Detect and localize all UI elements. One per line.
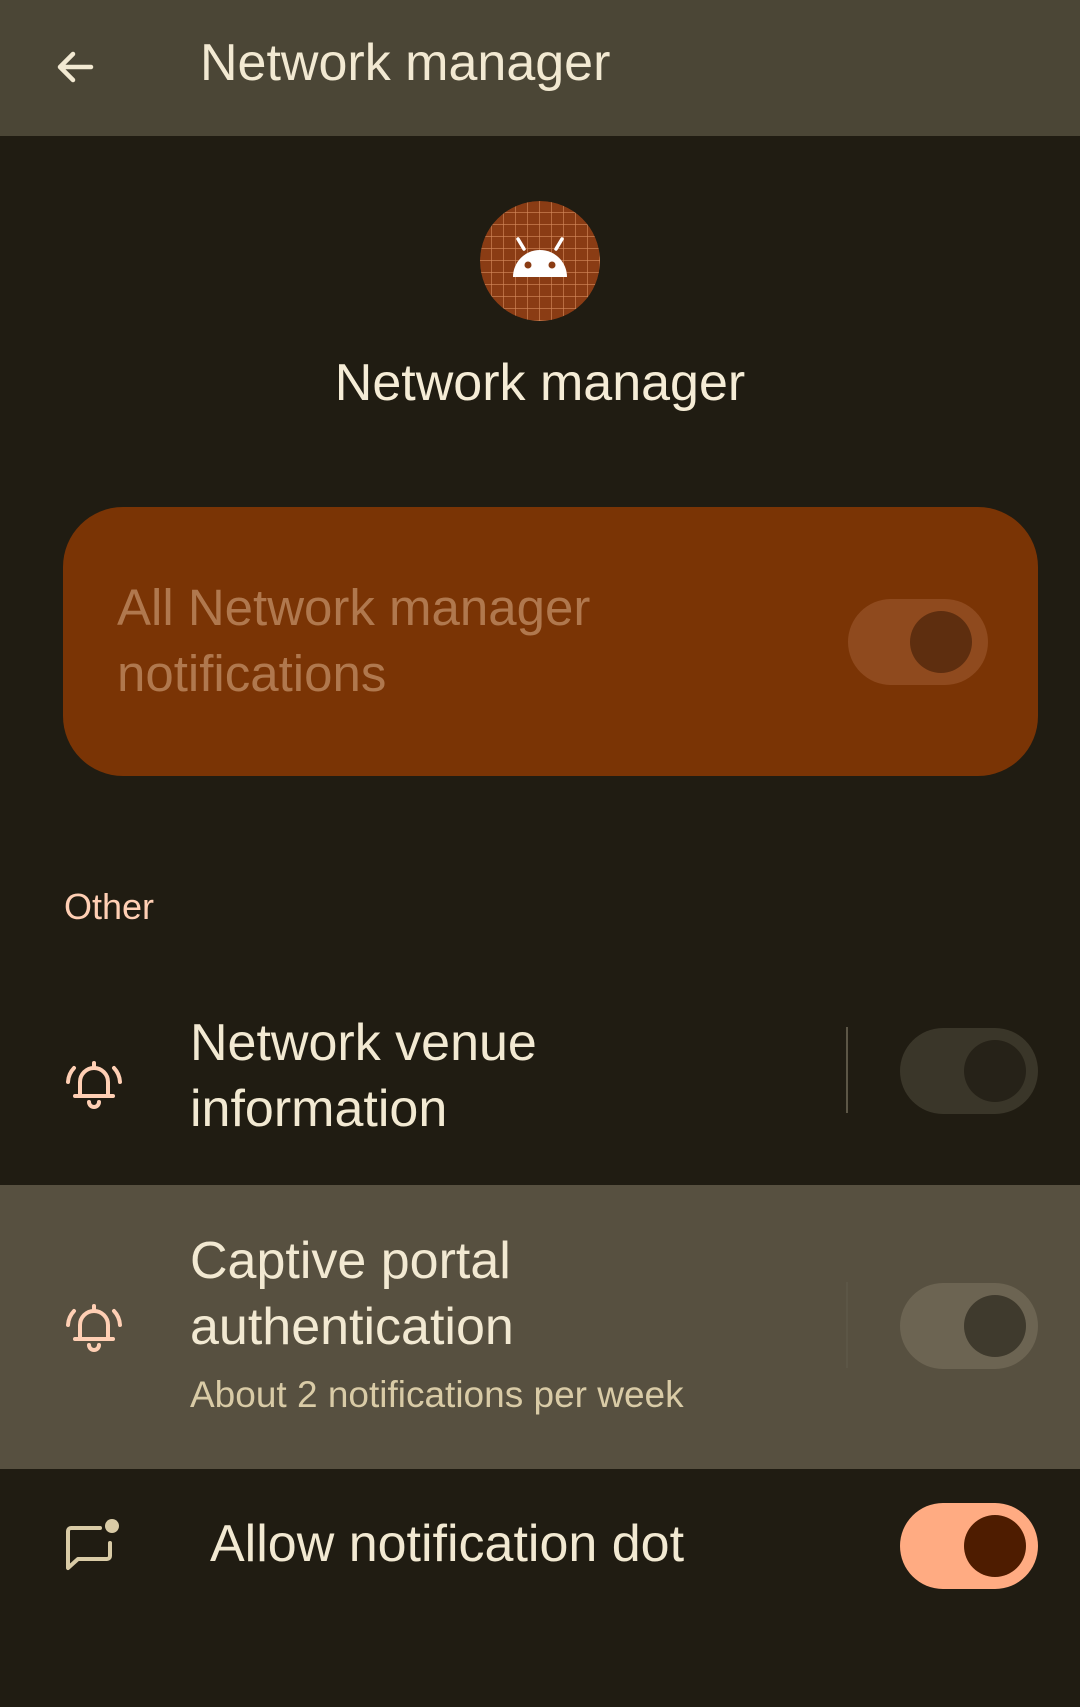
back-button[interactable] bbox=[30, 22, 120, 112]
top-app-bar: Network manager bbox=[0, 0, 1080, 136]
notification-dot-icon bbox=[66, 1519, 119, 1570]
channel-toggle-captive-portal[interactable] bbox=[900, 1283, 1038, 1369]
toggle-knob bbox=[964, 1515, 1026, 1577]
toggle-knob bbox=[964, 1040, 1026, 1102]
divider bbox=[846, 1027, 848, 1113]
channel-row-network-venue[interactable]: Network venue information bbox=[0, 990, 1080, 1186]
channel-toggle-network-venue[interactable] bbox=[900, 1028, 1038, 1114]
divider bbox=[846, 1282, 848, 1368]
app-name: Network manager bbox=[334, 354, 746, 412]
arrow-back-icon bbox=[57, 51, 94, 83]
notification-dot-label: Allow notification dot bbox=[210, 1515, 685, 1573]
all-notifications-toggle[interactable] bbox=[848, 599, 988, 685]
notification-dot-toggle[interactable] bbox=[900, 1503, 1038, 1589]
bell-ring-icon bbox=[66, 1061, 122, 1109]
channel-subtitle: About 2 notifications per week bbox=[190, 1374, 684, 1415]
section-header: Other bbox=[64, 886, 155, 927]
channel-title: Captive portal authentication bbox=[190, 1232, 514, 1356]
channel-title: Network venue information bbox=[190, 1014, 537, 1138]
app-icon bbox=[480, 201, 600, 321]
all-notifications-card[interactable]: All Network manager notifications bbox=[63, 507, 1038, 776]
bell-ring-icon bbox=[66, 1304, 122, 1352]
page-title: Network manager bbox=[200, 34, 611, 92]
toggle-knob bbox=[964, 1295, 1026, 1357]
channel-row-captive-portal[interactable]: Captive portal authentication About 2 no… bbox=[0, 1185, 1080, 1469]
notification-dot-row[interactable]: Allow notification dot bbox=[0, 1469, 1080, 1623]
android-icon bbox=[480, 201, 600, 321]
all-notifications-label: All Network manager notifications bbox=[117, 579, 591, 702]
toggle-knob bbox=[910, 611, 972, 673]
